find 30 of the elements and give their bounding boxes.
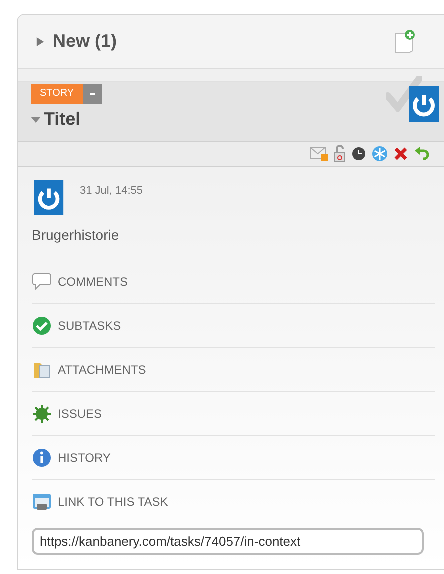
story-type-badge: STORY [31, 84, 84, 104]
column-title: New (1) [53, 30, 118, 53]
check-circle-icon [32, 316, 52, 336]
expand-arrow-icon[interactable] [36, 36, 45, 46]
timestamp: 31 Jul, 14:55 [80, 184, 143, 199]
checkmark-icon[interactable] [386, 76, 422, 112]
link-field[interactable]: https://kanbanery.com/tasks/74057/in-context [32, 528, 424, 555]
collapse-arrow-icon[interactable] [31, 114, 41, 124]
lock-icon[interactable] [334, 145, 346, 163]
section-label[interactable]: SUBTASKS [58, 316, 122, 334]
power-icon [32, 180, 66, 215]
snowflake-icon[interactable] [372, 146, 388, 162]
new-task-icon[interactable] [394, 30, 416, 54]
section-label[interactable]: LINK TO THIS TASK [58, 493, 168, 511]
bug-icon [32, 404, 52, 424]
mail-icon[interactable] [310, 147, 328, 161]
delete-icon[interactable] [394, 147, 408, 161]
info-icon [32, 448, 52, 468]
task-title: Titel [44, 108, 81, 131]
type-menu-button[interactable] [83, 84, 102, 104]
section-label[interactable]: COMMENTS [58, 272, 128, 290]
clock-icon[interactable] [352, 147, 366, 161]
section-label[interactable]: ISSUES [58, 404, 102, 422]
undo-icon[interactable] [414, 146, 430, 162]
section-label[interactable]: ATTACHMENTS [58, 360, 146, 378]
browser-window-icon [32, 492, 52, 512]
task-description: Brugerhistorie [32, 226, 120, 245]
section-label[interactable]: HISTORY [58, 448, 111, 466]
power-icon[interactable] [409, 86, 439, 122]
comment-icon [32, 272, 52, 292]
